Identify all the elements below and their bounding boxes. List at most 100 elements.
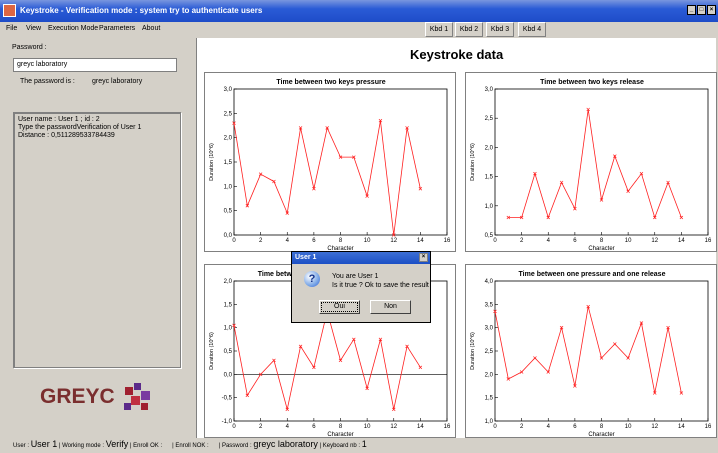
x-axis-label: Character (588, 246, 614, 252)
greyc-logo-icon (124, 383, 150, 410)
x-tick-label: 8 (600, 424, 604, 430)
no-button[interactable]: Non (370, 300, 411, 314)
x-tick-label: 14 (417, 238, 424, 244)
y-tick-label: 3,0 (224, 87, 233, 93)
x-tick-label: 14 (417, 424, 424, 430)
chart-title: Time between two keys release (540, 79, 644, 86)
password-is-label: The password is : (20, 78, 75, 85)
dialog-close-icon[interactable]: × (419, 253, 428, 262)
x-tick-label: 16 (705, 238, 712, 244)
y-tick-label: 2,0 (224, 279, 233, 285)
dialog-titlebar: User 1 × (292, 252, 430, 264)
dialog-title: User 1 (295, 254, 317, 261)
plot-frame (233, 88, 448, 236)
x-tick-label: 2 (520, 238, 524, 244)
series-line (494, 306, 682, 394)
x-tick-label: 10 (364, 424, 371, 430)
window-titlebar: Keystroke - Verification mode : system t… (0, 0, 718, 22)
status-bar: User : User 1 | Working mode : Verify | … (0, 438, 718, 451)
y-tick-label: 0,0 (224, 372, 233, 378)
y-tick-label: 4,0 (485, 279, 494, 285)
x-tick-label: 10 (625, 424, 632, 430)
menu-parameters[interactable]: Parameters (99, 25, 135, 32)
y-tick-label: 1,0 (224, 326, 233, 332)
y-tick-label: -0,5 (222, 396, 233, 402)
y-tick-label: 3,0 (485, 87, 494, 93)
plot-frame (494, 88, 709, 236)
y-tick-label: 1,5 (224, 302, 233, 308)
data-point (418, 365, 423, 370)
password-input[interactable]: greyc laboratory (13, 58, 177, 72)
x-tick-label: 0 (232, 424, 236, 430)
y-tick-label: 2,0 (485, 372, 494, 378)
confirm-dialog: User 1 × ? You are User 1 Is it true ? O… (291, 251, 431, 323)
y-tick-label: 3,0 (485, 326, 494, 332)
y-axis-label: Duration (10^6) (209, 332, 215, 370)
chart-one-pressure-one-release: Time between one pressure and one releas… (465, 264, 717, 438)
x-tick-label: 2 (259, 424, 263, 430)
data-point (533, 356, 537, 360)
data-point (258, 172, 263, 176)
chart-title: Time between one pressure and one releas… (519, 271, 666, 278)
x-tick-label: 2 (520, 424, 524, 430)
status-keyboard-value: 1 (361, 439, 367, 449)
data-point (519, 370, 524, 374)
close-icon[interactable]: × (707, 5, 716, 15)
greyc-logo-text: GREYC (40, 385, 115, 408)
menu-execution-mode[interactable]: Execution Mode (48, 25, 98, 32)
menu-about[interactable]: About (142, 25, 160, 32)
x-tick-label: 14 (678, 424, 685, 430)
menu-file[interactable]: File (6, 25, 17, 32)
kbd2-button[interactable]: Kbd 2 (455, 22, 483, 37)
x-tick-label: 4 (547, 238, 551, 244)
x-tick-label: 8 (600, 238, 604, 244)
x-tick-label: 14 (678, 238, 685, 244)
dialog-line1: You are User 1 (332, 273, 379, 280)
x-tick-label: 2 (259, 238, 263, 244)
window-title: Keystroke - Verification mode : system t… (20, 6, 263, 15)
info-box: User name : User 1 ; id : 2 Type the pas… (13, 112, 181, 368)
x-tick-label: 0 (232, 238, 236, 244)
x-tick-label: 6 (312, 424, 316, 430)
info-line: Distance : 0,511289533784439 (18, 132, 115, 139)
y-tick-label: 2,5 (224, 111, 233, 117)
series-line (233, 120, 421, 236)
kbd3-button[interactable]: Kbd 3 (486, 22, 514, 37)
y-axis-label: Duration (10^6) (470, 143, 476, 181)
maximize-icon[interactable]: □ (697, 5, 706, 15)
x-tick-label: 10 (364, 238, 371, 244)
password-is-value: greyc laboratory (92, 78, 143, 85)
info-line: Type the passwordVerification of User 1 (18, 124, 142, 131)
x-tick-label: 16 (444, 424, 451, 430)
y-tick-label: 0,5 (485, 233, 494, 239)
menu-view[interactable]: View (26, 25, 41, 32)
x-tick-label: 8 (339, 238, 343, 244)
y-tick-label: 2,0 (485, 145, 494, 151)
y-axis-label: Duration (10^6) (209, 143, 215, 181)
minimize-icon[interactable]: _ (687, 5, 696, 15)
x-tick-label: 4 (286, 238, 290, 244)
status-mode-value: Verify (105, 439, 129, 449)
series-line (508, 109, 682, 219)
yes-button[interactable]: Oui (319, 300, 360, 314)
x-tick-label: 0 (493, 424, 497, 430)
kbd1-button[interactable]: Kbd 1 (425, 22, 453, 37)
x-tick-label: 6 (312, 238, 316, 244)
x-tick-label: 8 (339, 424, 343, 430)
status-password-label: | Password : (218, 443, 252, 449)
y-axis-label: Duration (10^6) (470, 332, 476, 370)
y-tick-label: 2,5 (485, 116, 494, 122)
chart-title: Time between two keys pressure (276, 79, 385, 86)
menu-bar: File View Execution Mode Parameters Abou… (0, 22, 718, 38)
y-tick-label: 2,5 (485, 349, 494, 355)
x-tick-label: 6 (573, 424, 577, 430)
y-tick-label: 1,0 (485, 419, 494, 425)
status-enroll-ok: | Enroll OK : (129, 443, 163, 449)
y-tick-label: 1,0 (485, 204, 494, 210)
y-tick-label: 0,5 (224, 209, 233, 215)
y-tick-label: 0,0 (224, 233, 233, 239)
question-icon: ? (304, 271, 320, 287)
data-point (272, 179, 276, 184)
kbd4-button[interactable]: Kbd 4 (518, 22, 546, 37)
window-controls: _ □ × (686, 5, 716, 15)
